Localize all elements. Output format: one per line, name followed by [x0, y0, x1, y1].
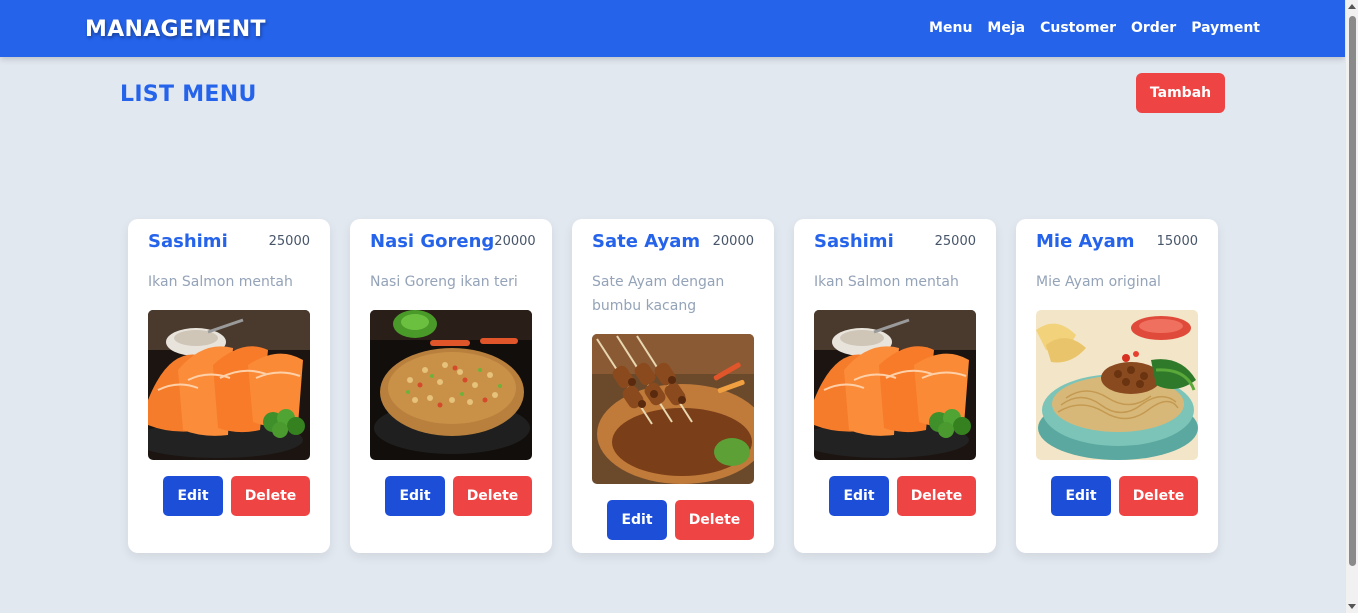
nav-link-customer[interactable]: Customer — [1040, 20, 1116, 36]
menu-name: Sashimi — [814, 231, 894, 252]
page-title: LIST MENU — [120, 82, 257, 107]
menu-description: Sate Ayam dengan bumbu kacang — [592, 274, 725, 314]
menu-description: Ikan Salmon mentah — [148, 274, 293, 290]
menu-card: Sashimi 25000 Ikan Salmon mentah Edit De… — [128, 219, 330, 553]
scroll-down-arrow-icon[interactable] — [1348, 604, 1356, 609]
menu-price: 25000 — [934, 234, 976, 249]
menu-card: Mie Ayam 15000 Mie Ayam original Edit De… — [1016, 219, 1218, 553]
menu-card-list: Sashimi 25000 Ikan Salmon mentah Edit De… — [128, 219, 1218, 553]
menu-description: Nasi Goreng ikan teri — [370, 274, 518, 290]
nav-link-meja[interactable]: Meja — [987, 20, 1025, 36]
menu-price: 20000 — [494, 234, 536, 249]
delete-button[interactable]: Delete — [1119, 476, 1198, 516]
edit-button[interactable]: Edit — [385, 476, 445, 516]
scrollbar-thumb[interactable] — [1349, 16, 1356, 566]
add-menu-button[interactable]: Tambah — [1136, 73, 1225, 113]
delete-button[interactable]: Delete — [675, 500, 754, 540]
edit-button[interactable]: Edit — [607, 500, 667, 540]
navbar: MANAGEMENT Menu Meja Customer Order Paym… — [0, 0, 1345, 57]
salmon-sashimi-image — [148, 310, 310, 460]
menu-card: Sate Ayam 20000 Sate Ayam dengan bumbu k… — [572, 219, 774, 553]
edit-button[interactable]: Edit — [829, 476, 889, 516]
menu-card: Sashimi 25000 Ikan Salmon mentah Edit De… — [794, 219, 996, 553]
edit-button[interactable]: Edit — [1051, 476, 1111, 516]
nav-link-order[interactable]: Order — [1131, 20, 1176, 36]
nav-link-menu[interactable]: Menu — [929, 20, 972, 36]
menu-description: Mie Ayam original — [1036, 274, 1161, 290]
salmon-sashimi-image — [814, 310, 976, 460]
scroll-up-arrow-icon[interactable] — [1348, 4, 1356, 9]
nav-link-payment[interactable]: Payment — [1191, 20, 1260, 36]
menu-price: 20000 — [712, 234, 754, 249]
menu-description: Ikan Salmon mentah — [814, 274, 959, 290]
fried-rice-image — [370, 310, 532, 460]
menu-name: Mie Ayam — [1036, 231, 1135, 252]
delete-button[interactable]: Delete — [231, 476, 310, 516]
brand-logo[interactable]: MANAGEMENT — [85, 17, 266, 42]
chicken-satay-image — [592, 334, 754, 484]
delete-button[interactable]: Delete — [453, 476, 532, 516]
menu-name: Sashimi — [148, 231, 228, 252]
delete-button[interactable]: Delete — [897, 476, 976, 516]
nav-links: Menu Meja Customer Order Payment — [929, 20, 1260, 36]
menu-card: Nasi Goreng 20000 Nasi Goreng ikan teri — [350, 219, 552, 553]
edit-button[interactable]: Edit — [163, 476, 223, 516]
menu-price: 25000 — [268, 234, 310, 249]
chicken-noodles-image — [1036, 310, 1198, 460]
menu-name: Sate Ayam — [592, 231, 701, 252]
vertical-scrollbar[interactable] — [1345, 0, 1358, 613]
menu-name: Nasi Goreng — [370, 231, 495, 252]
menu-price: 15000 — [1156, 234, 1198, 249]
